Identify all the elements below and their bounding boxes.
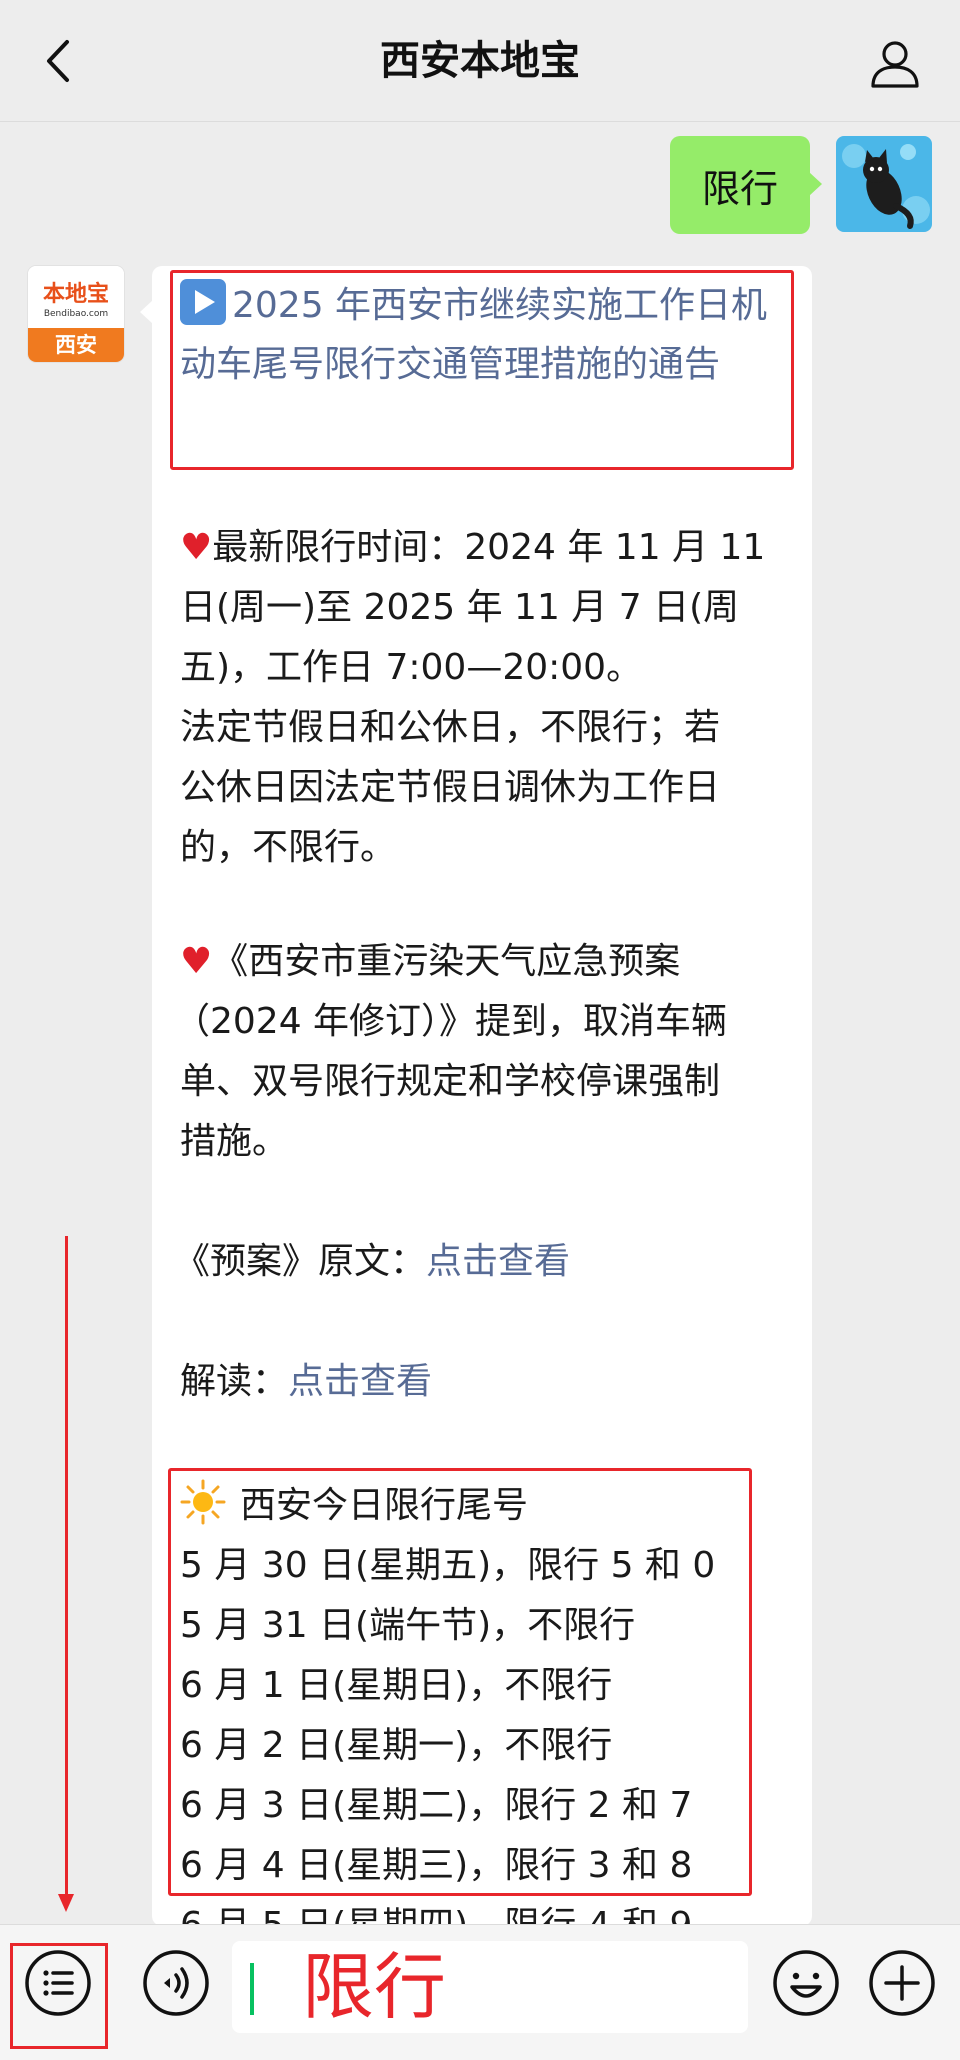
schedule-row: 6 月 3 日(星期二)，限行 2 和 7 [180, 1785, 693, 1826]
time-line-6: 的，不限行。 [180, 827, 397, 868]
plan-line-1: ♥《西安市重污染天气应急预案 [180, 941, 681, 982]
sun-icon [180, 1479, 226, 1525]
account-city: 西安 [28, 328, 124, 362]
schedule-row: 6 月 4 日(星期三)，限行 3 和 8 [180, 1845, 693, 1886]
cat-avatar-icon [836, 136, 932, 232]
today-title: 西安今日限行尾号 [240, 1485, 529, 1526]
input-text: 限行 [302, 1945, 447, 2029]
time-paragraph: ♥最新限行时间：2024 年 11 月 11 日(周一)至 2025 年 11 … [180, 518, 800, 878]
text-cursor [250, 1963, 254, 2015]
interpret-line: 解读：点击查看 [180, 1352, 800, 1412]
original-label: 《预案》原文： [174, 1241, 427, 1282]
time-line-3: 五)，工作日 7:00—20:00。 [180, 647, 643, 688]
schedule-row: 6 月 5 日(星期四)，限行 4 和 9 [180, 1905, 693, 1926]
account-logo-text: 本地宝 [42, 282, 109, 307]
message-input[interactable]: 限行 [232, 1941, 748, 2033]
schedule-row: 5 月 30 日(星期五)，限行 5 和 0 [180, 1545, 716, 1586]
annotation-arrow-line [65, 1236, 68, 1896]
schedule-row: 5 月 31 日(端午节)，不限行 [180, 1605, 636, 1646]
plan-line-3: 单、双号限行规定和学校停课强制 [180, 1061, 721, 1102]
time-line-5: 公休日因法定节假日调休为工作日 [180, 767, 721, 808]
plan-paragraph: ♥《西安市重污染天气应急预案 （2024 年修订）》提到，取消车辆 单、双号限行… [174, 932, 800, 1172]
emoji-icon[interactable] [770, 1947, 842, 2019]
chat-header: 西安本地宝 [0, 0, 960, 122]
plus-icon[interactable] [866, 1947, 938, 2019]
today-title-line: 西安今日限行尾号 [180, 1476, 790, 1536]
interpret-link[interactable]: 点击查看 [288, 1361, 432, 1402]
account-logo-sub: Bendibao.com [43, 309, 109, 319]
reply-message-bubble: 2025 年西安市继续实施工作日机动车尾号限行交通管理措施的通告 ♥最新限行时间… [152, 266, 812, 1926]
headline-text: 2025 年西安市继续实施工作日机动车尾号限行交通管理措施的通告 [180, 285, 768, 385]
time-line-1: ♥最新限行时间：2024 年 11 月 11 [180, 527, 766, 568]
plan-line-2: （2024 年修订）》提到，取消车辆 [174, 1001, 728, 1042]
voice-icon[interactable] [140, 1947, 212, 2019]
chat-title: 西安本地宝 [380, 38, 580, 84]
account-avatar[interactable]: 本地宝 Bendibao.com 西安 [28, 266, 124, 362]
chevron-left-icon[interactable] [34, 34, 88, 88]
original-link[interactable]: 点击查看 [426, 1241, 570, 1282]
schedule-row: 6 月 2 日(星期一)，不限行 [180, 1725, 613, 1766]
heart-icon: ♥ [180, 527, 213, 568]
annotation-arrow-head [58, 1894, 74, 1912]
plan-line-4: 措施。 [180, 1121, 289, 1162]
today-schedule: 西安今日限行尾号 5 月 30 日(星期五)，限行 5 和 0 5 月 31 日… [180, 1476, 790, 1926]
menu-list-icon[interactable] [22, 1947, 94, 2019]
input-bar: 限行 [0, 1924, 960, 2060]
headline-link[interactable]: 2025 年西安市继续实施工作日机动车尾号限行交通管理措施的通告 [180, 276, 780, 394]
user-avatar[interactable] [836, 136, 932, 232]
interpret-label: 解读： [180, 1361, 289, 1402]
heart-icon: ♥ [180, 941, 213, 982]
schedule-row: 6 月 1 日(星期日)，不限行 [180, 1665, 613, 1706]
account-logo: 本地宝 Bendibao.com [28, 266, 124, 328]
sent-message-text: 限行 [701, 166, 778, 211]
time-line-4: 法定节假日和公休日，不限行；若 [180, 707, 721, 748]
time-line-2: 日(周一)至 2025 年 11 月 7 日(周 [180, 587, 740, 628]
original-line: 《预案》原文：点击查看 [174, 1232, 794, 1292]
person-icon[interactable] [868, 36, 922, 90]
sent-message-bubble[interactable]: 限行 [670, 136, 822, 234]
play-icon [180, 279, 226, 325]
